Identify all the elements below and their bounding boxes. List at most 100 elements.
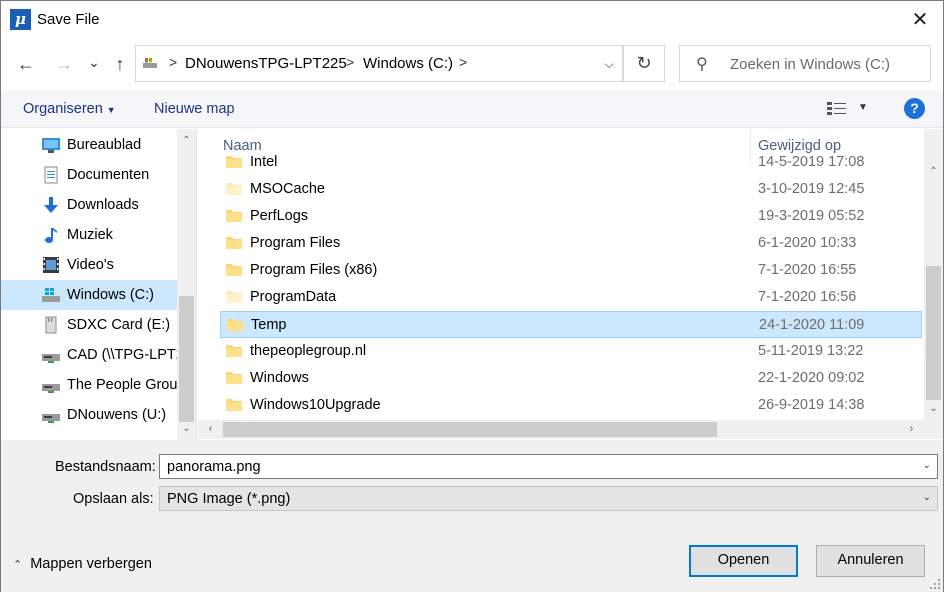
file-list-vertical-scrollbar[interactable]: ⌃ ⌄ [924, 129, 943, 420]
open-button[interactable]: Openen [689, 545, 798, 577]
file-row[interactable]: Windows10Upgrade 26-9-2019 14:38 [220, 392, 922, 419]
address-bar[interactable]: > DNouwensTPG-LPT225 > Windows (C:) > [135, 45, 623, 82]
file-row[interactable]: MSOCache 3-10-2019 12:45 [220, 176, 922, 203]
horizontal-scroll-thumb[interactable] [223, 422, 717, 437]
folder-icon [226, 290, 242, 303]
search-icon: ⚲ [696, 56, 708, 73]
sidebar-item-label: Video's [67, 257, 114, 273]
sidebar-scrollbar[interactable]: ⌃ ⌄ [177, 129, 196, 440]
sidebar-item[interactable]: Bureaublad [1, 130, 177, 160]
file-list-horizontal-scrollbar[interactable]: ‹ › [198, 420, 924, 439]
sidebar-item-label: Documenten [67, 167, 150, 183]
sidebar-item[interactable]: DNouwens (U:) [1, 400, 177, 430]
forward-button[interactable]: → [51, 51, 77, 77]
documents-icon [41, 166, 61, 184]
file-modified-date: 6-1-2020 10:33 [758, 235, 857, 251]
breadcrumb-drive[interactable]: Windows (C:) [363, 55, 453, 72]
close-icon[interactable]: ✕ [897, 1, 943, 39]
breadcrumb-computer[interactable]: DNouwensTPG-LPT225 [185, 55, 347, 72]
filename-value: panorama.png [167, 459, 261, 475]
folder-icon [226, 263, 242, 276]
sort-ascending-icon: ⌃ [480, 129, 489, 137]
recent-locations-button[interactable]: ⌄ [81, 49, 107, 75]
file-name: Program Files (x86) [250, 262, 378, 278]
videos-icon [41, 256, 61, 274]
sidebar-item[interactable]: Muziek [1, 220, 177, 250]
resize-grip-icon[interactable] [929, 578, 941, 590]
view-options-icon[interactable] [827, 102, 847, 116]
sidebar-scroll-thumb[interactable] [179, 296, 194, 422]
desktop-icon [41, 136, 61, 154]
filetype-dropdown-icon[interactable]: ⌄ [923, 492, 931, 503]
address-dropdown-icon[interactable]: ⌵ [595, 45, 623, 82]
filename-input[interactable]: panorama.png ⌄ [159, 454, 938, 479]
file-name: MSOCache [250, 181, 325, 197]
sidebar-item-label: The People Grou [67, 377, 177, 393]
music-icon [41, 226, 61, 244]
scroll-up-icon[interactable]: ⌃ [924, 163, 943, 180]
breadcrumb-separator[interactable]: > [459, 54, 467, 70]
back-button[interactable]: ← [13, 51, 39, 77]
filename-dropdown-icon[interactable]: ⌄ [923, 460, 931, 471]
help-icon[interactable]: ? [904, 98, 925, 119]
file-modified-date: 7-1-2020 16:55 [758, 262, 857, 278]
file-name: Windows [250, 370, 309, 386]
breadcrumb-separator[interactable]: > [346, 54, 354, 70]
file-row[interactable]: Intel 14-5-2019 17:08 [220, 149, 922, 176]
file-modified-date: 24-1-2020 11:09 [759, 317, 865, 333]
sidebar-item[interactable]: CAD (\\TPG-LPT2 [1, 340, 177, 370]
scroll-up-icon[interactable]: ⌃ [177, 132, 196, 149]
sidebar-item[interactable]: The People Grou [1, 370, 177, 400]
folder-icon [226, 236, 242, 249]
file-modified-date: 19-3-2019 05:52 [758, 208, 865, 224]
folder-icon [227, 318, 243, 331]
save-options-panel: Bestandsnaam: panorama.png ⌄ Opslaan als… [1, 440, 943, 592]
file-row[interactable]: ProgramData 7-1-2020 16:56 [220, 284, 922, 311]
file-row[interactable]: thepeoplegroup.nl 5-11-2019 13:22 [220, 338, 922, 365]
scroll-right-icon[interactable]: › [903, 420, 920, 439]
file-name: PerfLogs [250, 208, 309, 224]
network-drive-icon [41, 346, 61, 364]
sidebar-item-label: DNouwens (U:) [67, 407, 167, 423]
sidebar-item-label: Downloads [67, 197, 139, 213]
cancel-button[interactable]: Annuleren [816, 545, 925, 577]
file-name: Temp [251, 317, 287, 333]
up-button[interactable]: ↑ [107, 51, 133, 77]
chevron-down-icon: ▼ [106, 105, 116, 115]
sidebar-item[interactable]: Documenten [1, 160, 177, 190]
view-dropdown-icon[interactable]: ▼ [858, 102, 868, 113]
folder-icon [226, 371, 242, 384]
file-row[interactable]: Temp 24-1-2020 11:09 [220, 311, 922, 338]
sidebar-item[interactable]: Video's [1, 250, 177, 280]
sidebar-item[interactable]: SDXC Card (E:) [1, 310, 177, 340]
vertical-scroll-thumb[interactable] [926, 266, 941, 400]
refresh-button[interactable]: ↻ [623, 45, 665, 82]
breadcrumb-separator[interactable]: > [169, 54, 177, 70]
file-row[interactable]: Program Files 6-1-2020 10:33 [220, 230, 922, 257]
file-row[interactable]: Windows 22-1-2020 09:02 [220, 365, 922, 392]
file-modified-date: 3-10-2019 12:45 [758, 181, 865, 197]
network-drive-icon [41, 406, 61, 424]
sidebar-item[interactable]: Downloads [1, 190, 177, 220]
filetype-select[interactable]: PNG Image (*.png) ⌄ [159, 486, 938, 511]
scroll-down-icon[interactable]: ⌄ [924, 400, 943, 417]
command-bar: Organiseren ▼ Nieuwe map ▼ ? [1, 90, 943, 128]
new-folder-button[interactable]: Nieuwe map [154, 101, 235, 117]
file-row[interactable]: PerfLogs 19-3-2019 05:52 [220, 203, 922, 230]
file-row[interactable]: Program Files (x86) 7-1-2020 16:55 [220, 257, 922, 284]
filename-label: Bestandsnaam: [55, 459, 156, 475]
sidebar-item[interactable]: Windows (C:) [1, 280, 177, 310]
scroll-left-icon[interactable]: ‹ [202, 420, 219, 439]
sidebar-item-label: SDXC Card (E:) [67, 317, 171, 333]
organize-label: Organiseren [23, 101, 103, 117]
scroll-down-icon[interactable]: ⌄ [177, 420, 196, 437]
file-name: Intel [250, 154, 278, 170]
file-modified-date: 5-11-2019 13:22 [758, 343, 864, 359]
file-modified-date: 22-1-2020 09:02 [758, 370, 865, 386]
hide-folders-button[interactable]: ⌃ Mappen verbergen [13, 556, 152, 572]
sidebar-item-label: CAD (\\TPG-LPT2 [67, 347, 177, 363]
downloads-icon [41, 196, 61, 214]
search-input[interactable]: ⚲ Zoeken in Windows (C:) [679, 45, 931, 82]
organize-button[interactable]: Organiseren ▼ [23, 101, 116, 117]
hide-folders-label: Mappen verbergen [30, 556, 152, 572]
